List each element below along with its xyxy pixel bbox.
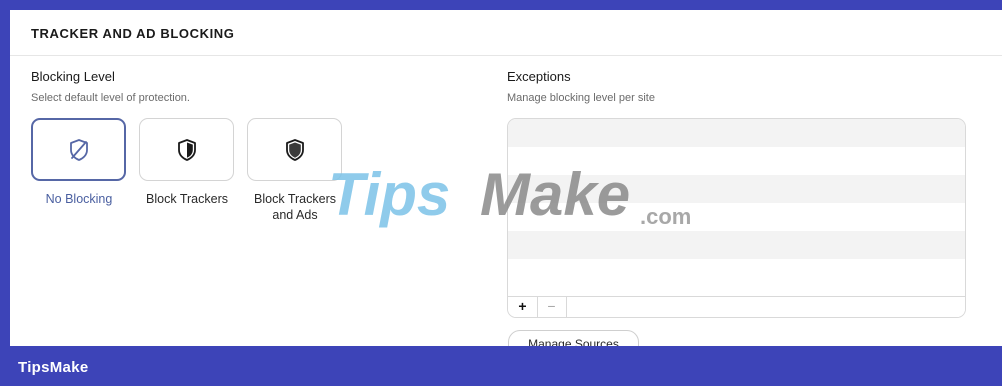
manage-sources-button[interactable]: Manage Sources xyxy=(508,330,639,346)
blocking-level-heading: Blocking Level xyxy=(31,69,115,84)
shield-off-icon xyxy=(69,138,88,161)
brand-name: TipsMake xyxy=(18,359,89,376)
exceptions-heading: Exceptions xyxy=(507,69,571,84)
list-row xyxy=(508,175,965,203)
list-row xyxy=(508,231,965,259)
add-exception-button[interactable]: + xyxy=(508,297,538,317)
settings-panel: TRACKER AND AD BLOCKING Blocking Level S… xyxy=(10,10,1002,346)
watermark-tips: Tips xyxy=(328,161,451,228)
section-header: TRACKER AND AD BLOCKING xyxy=(10,10,1002,56)
section-title: TRACKER AND AD BLOCKING xyxy=(31,26,235,41)
list-row xyxy=(508,203,965,231)
no-blocking-label: No Blocking xyxy=(45,192,113,206)
block-trackers-and-ads-option[interactable] xyxy=(247,118,342,181)
no-blocking-option[interactable] xyxy=(31,118,126,181)
exceptions-subtext: Manage blocking level per site xyxy=(507,92,655,104)
list-toolbar: + − xyxy=(508,296,965,317)
list-row xyxy=(508,259,965,287)
list-row xyxy=(508,147,965,175)
list-row xyxy=(508,119,965,147)
blocking-level-subtext: Select default level of protection. xyxy=(31,92,190,104)
block-trackers-label: Block Trackers xyxy=(146,192,228,206)
block-trackers-and-ads-label: Block Trackers and Ads xyxy=(254,192,336,222)
exceptions-list[interactable]: + − xyxy=(507,118,966,318)
block-trackers-option[interactable] xyxy=(139,118,234,181)
shield-icon xyxy=(177,138,196,161)
shield-full-icon xyxy=(285,138,304,161)
brand-bar: TipsMake xyxy=(0,346,1002,386)
remove-exception-button[interactable]: − xyxy=(537,297,567,317)
